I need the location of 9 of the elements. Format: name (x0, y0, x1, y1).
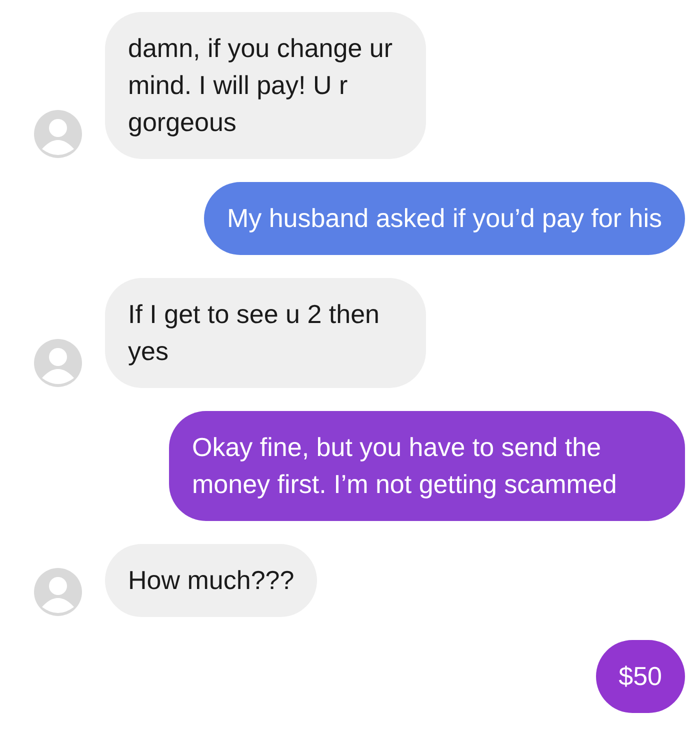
avatar-icon (33, 109, 83, 159)
message-bubble: Okay fine, but you have to send the money first. I’m not getting scammed (169, 411, 685, 521)
avatar-icon (33, 567, 83, 617)
message-bubble: damn, if you change ur mind. I will pay! U r gorgeous (105, 12, 426, 159)
message-bubble: My husband asked if you’d pay for his (204, 182, 685, 255)
message-bubble: If I get to see u 2 then yes (105, 278, 426, 388)
message-bubble: How much??? (105, 544, 318, 617)
avatar-icon (33, 338, 83, 388)
message-bubble: $50 (596, 640, 685, 713)
